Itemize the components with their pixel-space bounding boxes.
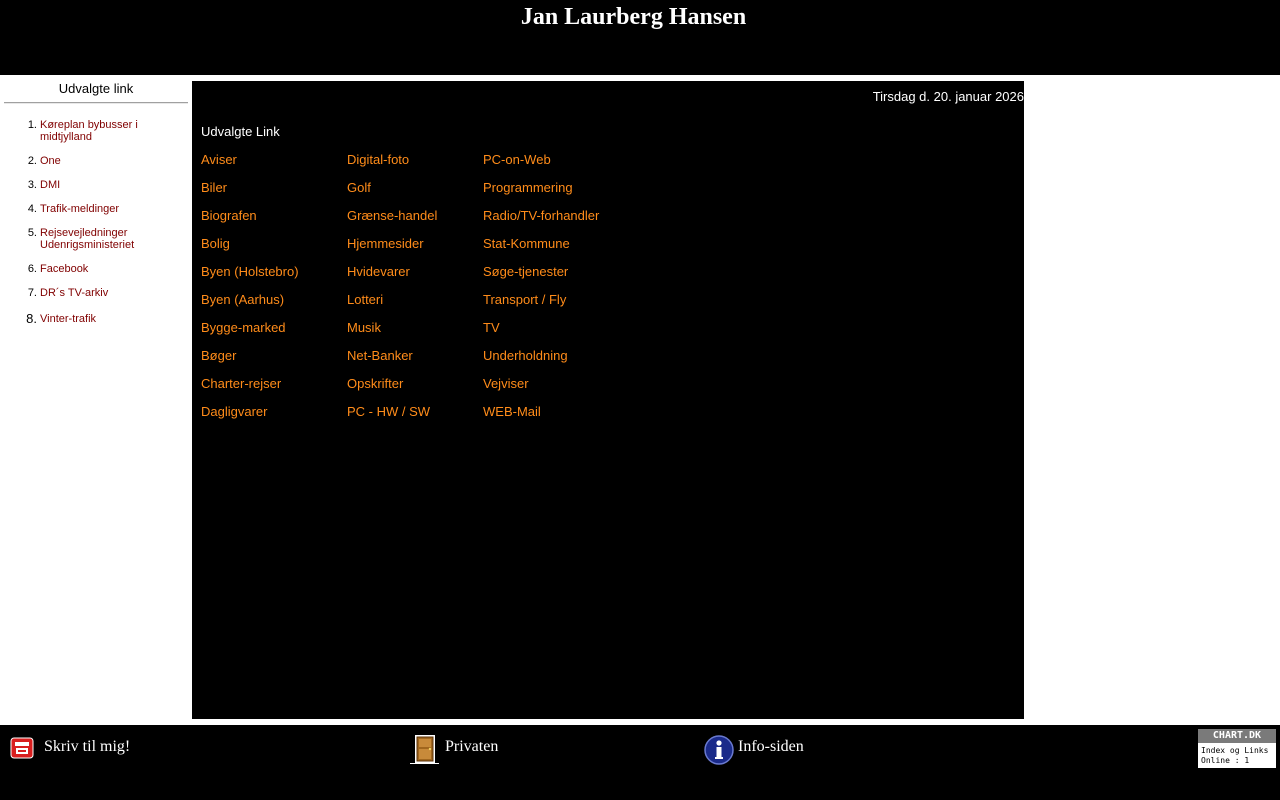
link-item[interactable]: Golf bbox=[347, 180, 437, 208]
link-item[interactable]: Grænse-handel bbox=[347, 208, 437, 236]
list-number: 7. bbox=[27, 287, 37, 299]
badge-line-2: Online : 1 bbox=[1201, 756, 1250, 765]
link-item[interactable]: Stat-Kommune bbox=[483, 236, 599, 264]
link-item[interactable]: Bolig bbox=[201, 236, 299, 264]
link-item[interactable]: Bøger bbox=[201, 348, 299, 376]
list-number: 4. bbox=[27, 203, 37, 215]
list-number: 2. bbox=[27, 155, 37, 167]
list-number: 3. bbox=[27, 179, 37, 191]
door-underline bbox=[410, 763, 439, 764]
info-page-label: Info-siden bbox=[738, 738, 804, 755]
sidebar-link-traffic[interactable]: Trafik-meldinger bbox=[40, 203, 160, 215]
sidebar: Udvalgte link 1. Køreplan bybusser i mid… bbox=[4, 75, 188, 720]
link-item[interactable]: Biler bbox=[201, 180, 299, 208]
sidebar-divider bbox=[4, 102, 188, 104]
info-icon bbox=[704, 735, 734, 765]
badge-line-1: Index og Links bbox=[1201, 746, 1269, 755]
link-item[interactable]: Vejviser bbox=[483, 376, 599, 404]
chart-dk-badge[interactable]: CHART.DK Index og Links Online : 1 bbox=[1198, 729, 1276, 768]
current-date: Tirsdag d. 20. januar 2026 bbox=[872, 89, 1024, 104]
link-item[interactable]: Opskrifter bbox=[347, 376, 437, 404]
info-page-link[interactable]: Info-siden bbox=[704, 733, 824, 765]
list-number: 6. bbox=[27, 263, 37, 275]
list-number: 5. bbox=[27, 227, 37, 239]
private-link[interactable]: Privaten bbox=[410, 733, 520, 765]
mailbox-icon bbox=[10, 737, 34, 759]
link-item[interactable]: Programmering bbox=[483, 180, 599, 208]
link-item[interactable]: Søge-tjenester bbox=[483, 264, 599, 292]
link-item[interactable]: Hjemmesider bbox=[347, 236, 437, 264]
link-item[interactable]: TV bbox=[483, 320, 599, 348]
link-item[interactable]: Digital-foto bbox=[347, 152, 437, 180]
sidebar-link-travel-advice[interactable]: Rejsevejledninger Udenrigsministeriet bbox=[40, 227, 160, 251]
main-panel: Tirsdag d. 20. januar 2026 Udvalgte Link… bbox=[192, 81, 1024, 719]
links-heading: Udvalgte Link bbox=[201, 124, 280, 139]
write-to-me-label: Skriv til mig! bbox=[44, 738, 131, 755]
link-item[interactable]: Bygge-marked bbox=[201, 320, 299, 348]
sidebar-link-dmi[interactable]: DMI bbox=[40, 179, 160, 191]
sidebar-link-winter-traffic[interactable]: Vinter-trafik bbox=[40, 313, 160, 325]
sidebar-link-one[interactable]: One bbox=[40, 155, 160, 167]
link-item[interactable]: PC - HW / SW bbox=[347, 404, 437, 432]
sidebar-title: Udvalgte link bbox=[58, 81, 134, 96]
link-item[interactable]: Dagligvarer bbox=[201, 404, 299, 432]
sidebar-link-dr-tv-archive[interactable]: DR´s TV-arkiv bbox=[40, 287, 160, 299]
link-item[interactable]: Charter-rejser bbox=[201, 376, 299, 404]
link-column-3: PC-on-Web Programmering Radio/TV-forhand… bbox=[483, 152, 599, 432]
link-item[interactable]: Radio/TV-forhandler bbox=[483, 208, 599, 236]
link-column-2: Digital-foto Golf Grænse-handel Hjemmesi… bbox=[347, 152, 437, 432]
sidebar-link-facebook[interactable]: Facebook bbox=[40, 263, 160, 275]
link-item[interactable]: WEB-Mail bbox=[483, 404, 599, 432]
site-title: Jan Laurberg Hansen bbox=[520, 4, 747, 30]
link-item[interactable]: Byen (Holstebro) bbox=[201, 264, 299, 292]
link-item[interactable]: Lotteri bbox=[347, 292, 437, 320]
list-number: 8. bbox=[26, 311, 37, 326]
link-item[interactable]: Net-Banker bbox=[347, 348, 437, 376]
footer: Skriv til mig! Privaten Info-siden CHART… bbox=[0, 725, 1280, 800]
link-item[interactable]: Aviser bbox=[201, 152, 299, 180]
link-item[interactable]: Transport / Fly bbox=[483, 292, 599, 320]
header: Jan Laurberg Hansen bbox=[0, 0, 1280, 75]
link-item[interactable]: PC-on-Web bbox=[483, 152, 599, 180]
link-item[interactable]: Hvidevarer bbox=[347, 264, 437, 292]
link-item[interactable]: Byen (Aarhus) bbox=[201, 292, 299, 320]
link-item[interactable]: Biografen bbox=[201, 208, 299, 236]
badge-title: CHART.DK bbox=[1198, 729, 1276, 743]
link-item[interactable]: Underholdning bbox=[483, 348, 599, 376]
list-number: 1. bbox=[27, 119, 37, 131]
link-column-1: Aviser Biler Biografen Bolig Byen (Holst… bbox=[201, 152, 299, 432]
private-label: Privaten bbox=[445, 738, 499, 755]
link-item[interactable]: Musik bbox=[347, 320, 437, 348]
write-to-me-link[interactable]: Skriv til mig! bbox=[8, 733, 148, 765]
door-icon bbox=[415, 735, 435, 763]
sidebar-link-bus-schedule[interactable]: Køreplan bybusser i midtjylland bbox=[40, 119, 160, 143]
